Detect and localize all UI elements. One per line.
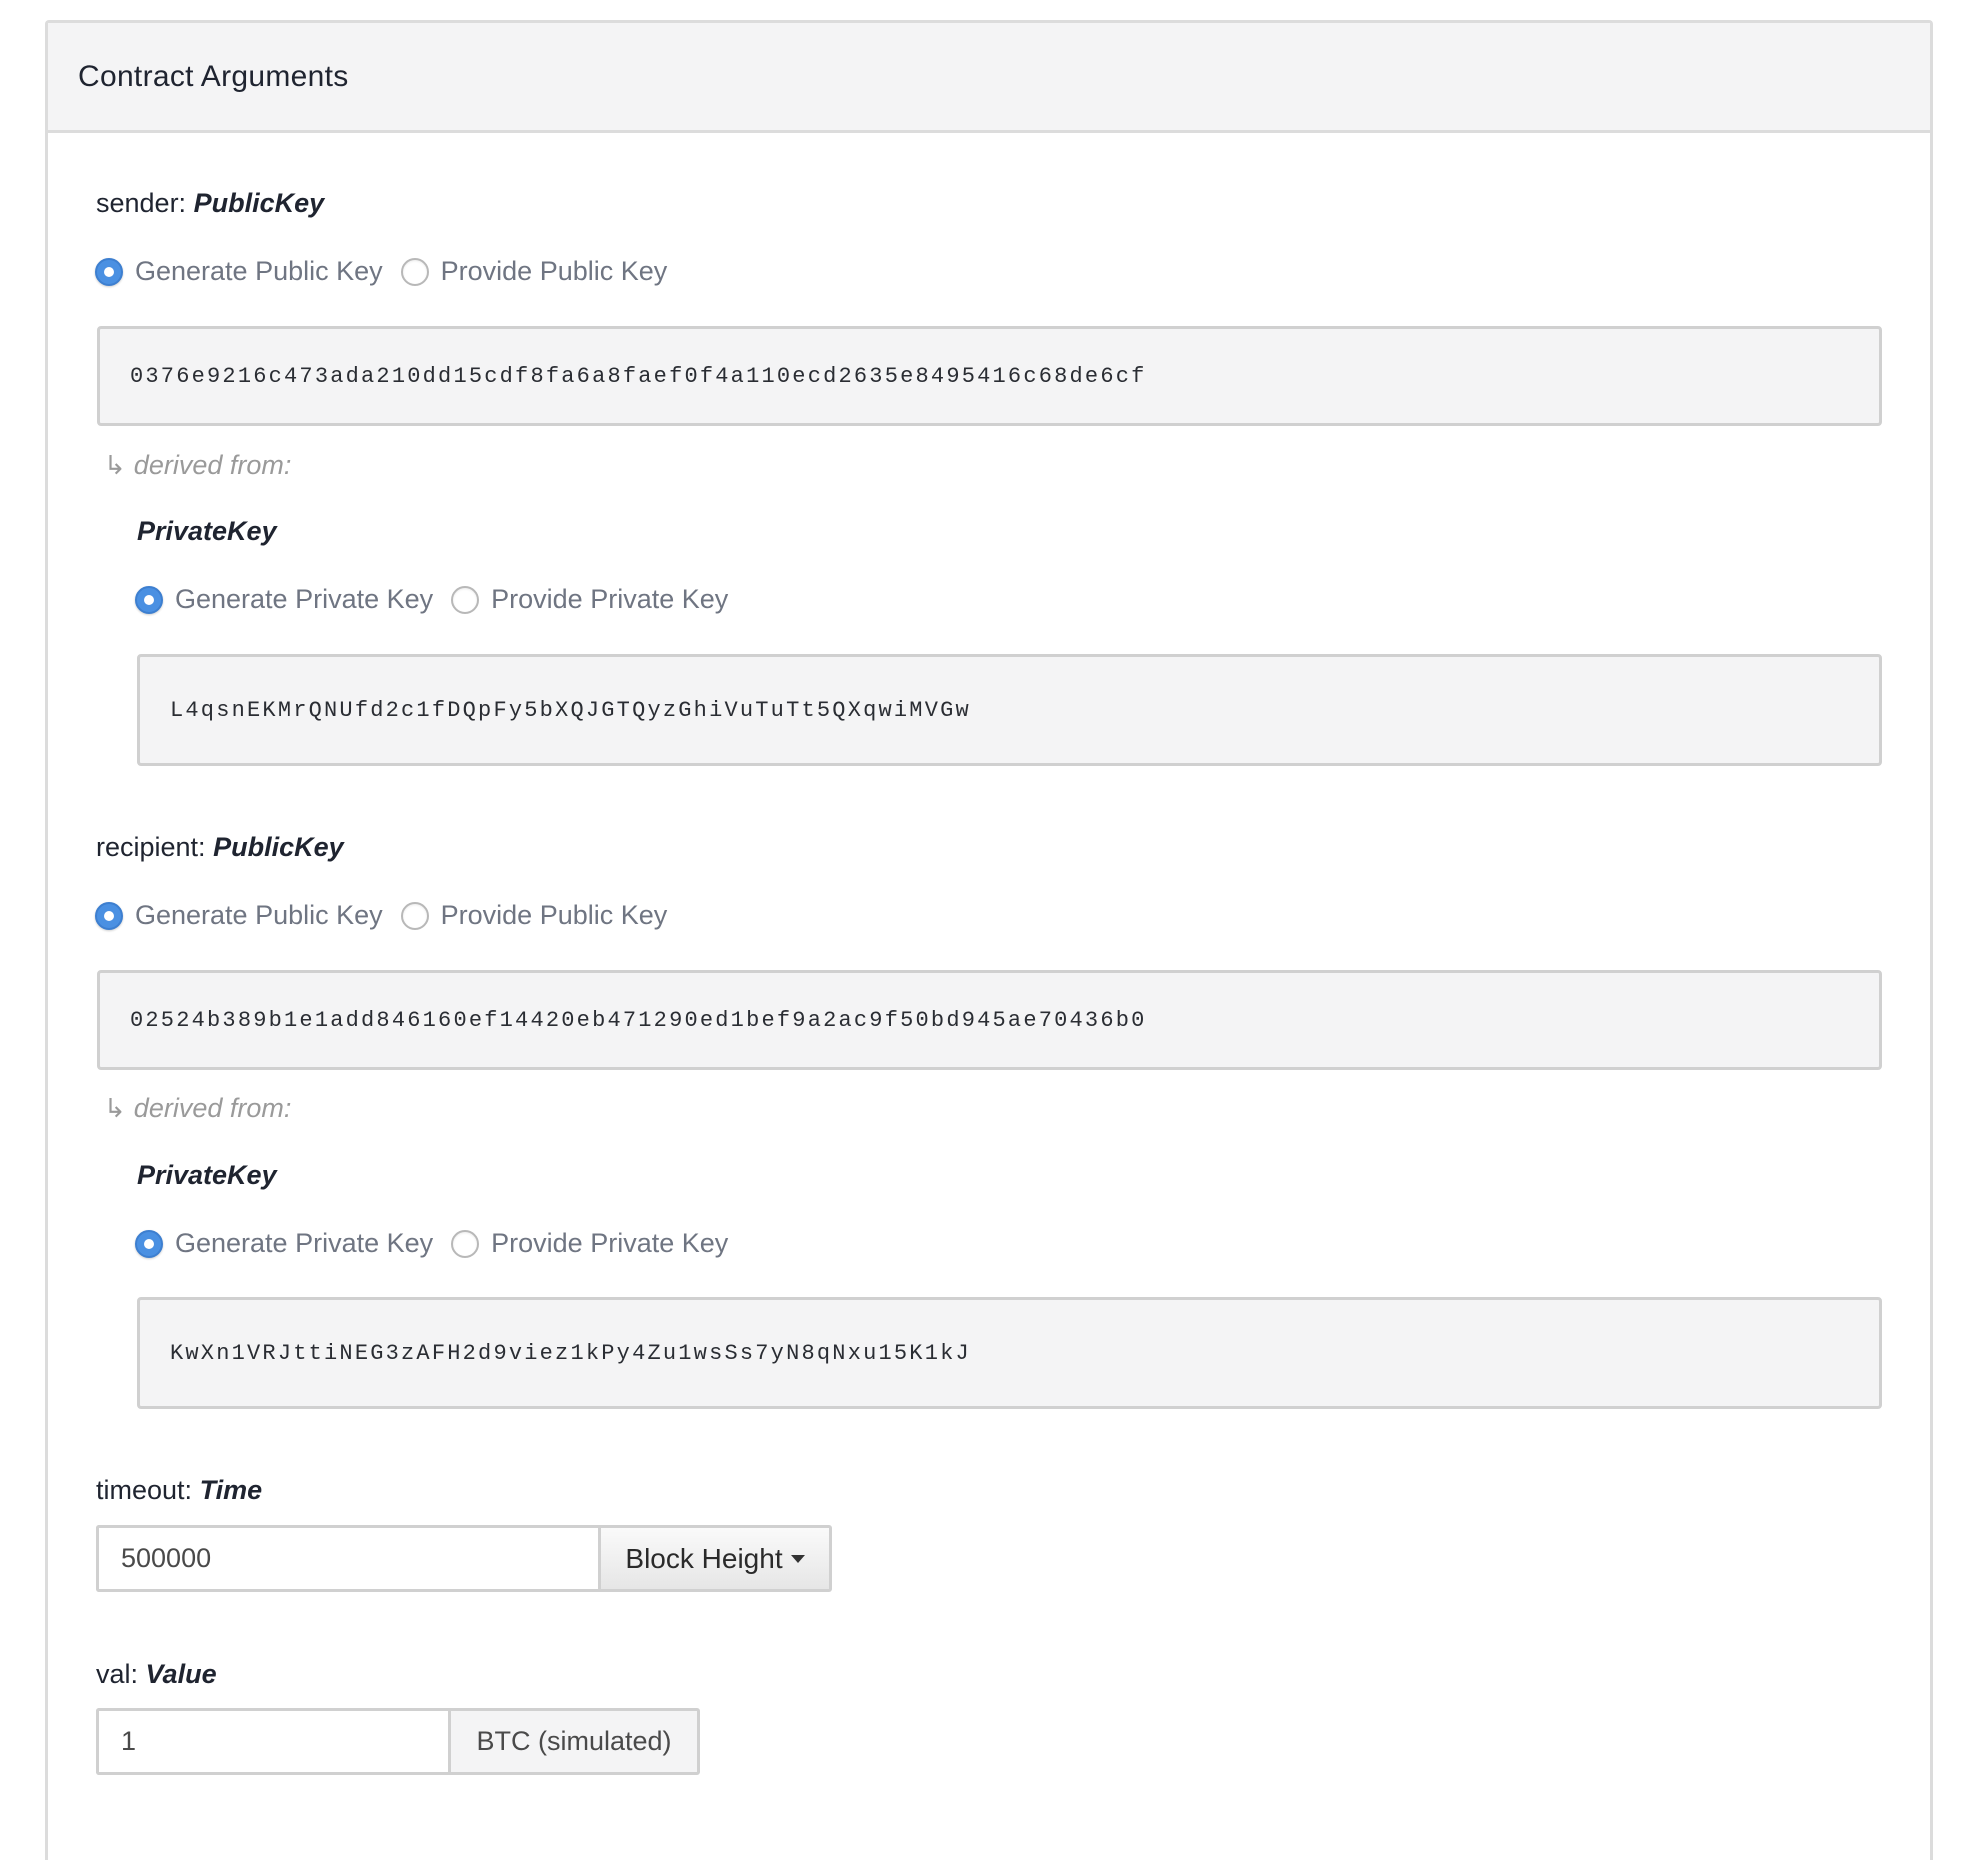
sender-arg-name: sender: — [96, 188, 187, 218]
sender-public-key-value: 0376e9216c473ada210dd15cdf8fa6a8faef0f4a… — [130, 363, 1147, 389]
derived-arrow-icon: ↳ — [104, 450, 126, 480]
timeout-arg-name: timeout: — [96, 1475, 193, 1505]
radio-label: Provide Public Key — [440, 256, 668, 286]
radio-unselected-icon[interactable] — [400, 257, 429, 286]
recipient-arg-name: recipient: — [96, 832, 206, 862]
val-input-group: 1 BTC (simulated) — [96, 1708, 700, 1775]
radio-label: Generate Private Key — [175, 584, 434, 614]
val-unit-addon: BTC (simulated) — [448, 1708, 700, 1775]
timeout-unit-dropdown[interactable]: Block Height — [598, 1525, 832, 1592]
radio-selected-icon[interactable] — [95, 901, 123, 930]
val-input[interactable]: 1 — [96, 1708, 448, 1775]
timeout-value: 500000 — [121, 1543, 212, 1573]
radio-label: Generate Public Key — [135, 256, 383, 286]
recipient-private-key-value: KwXn1VRJttiNEG3zAFH2d9viez1kPy4Zu1wsSs7y… — [170, 1340, 971, 1366]
radio-label: Provide Public Key — [440, 900, 668, 930]
recipient-private-key-type: PrivateKey — [137, 1160, 277, 1190]
derived-arrow-icon: ↳ — [104, 1093, 126, 1123]
radio-label: Provide Private Key — [491, 584, 729, 614]
sender-provide-public-key-radio[interactable]: Provide Public Key — [400, 256, 668, 287]
radio-label: Provide Private Key — [491, 1228, 729, 1258]
radio-selected-icon[interactable] — [135, 1229, 163, 1258]
derived-label: derived from: — [133, 450, 292, 480]
radio-unselected-icon[interactable] — [451, 1229, 480, 1258]
sender-generate-public-key-radio[interactable]: Generate Public Key — [95, 256, 383, 287]
timeout-input[interactable]: 500000 — [96, 1525, 598, 1592]
val-label: val: Value — [96, 1659, 217, 1690]
dropdown-label: Block Height — [625, 1542, 783, 1574]
sender-generate-private-key-radio[interactable]: Generate Private Key — [135, 584, 433, 615]
timeout-input-group: 500000 Block Height — [96, 1525, 832, 1592]
recipient-derived-from: ↳ derived from: — [104, 1093, 291, 1124]
radio-unselected-icon[interactable] — [400, 901, 429, 930]
recipient-generate-private-key-radio[interactable]: Generate Private Key — [135, 1228, 433, 1259]
recipient-private-key-field[interactable]: KwXn1VRJttiNEG3zAFH2d9viez1kPy4Zu1wsSs7y… — [137, 1297, 1882, 1409]
sender-pubkey-radio-group: Generate Public Key Provide Public Key — [95, 256, 685, 287]
sender-public-key-field[interactable]: 0376e9216c473ada210dd15cdf8fa6a8faef0f4a… — [97, 326, 1882, 426]
recipient-pubkey-radio-group: Generate Public Key Provide Public Key — [95, 900, 685, 931]
recipient-provide-private-key-radio[interactable]: Provide Private Key — [451, 1228, 728, 1259]
radio-label: Generate Public Key — [135, 900, 383, 930]
radio-label: Generate Private Key — [175, 1228, 434, 1258]
sender-privkey-radio-group: Generate Private Key Provide Private Key — [135, 584, 746, 615]
recipient-public-key-value: 02524b389b1e1add846160ef14420eb471290ed1… — [130, 1007, 1147, 1033]
sender-label: sender: PublicKey — [96, 188, 324, 219]
sender-derived-from: ↳ derived from: — [104, 450, 291, 481]
val-arg-type: Value — [145, 1659, 217, 1689]
val-arg-name: val: — [96, 1659, 139, 1689]
derived-label: derived from: — [133, 1093, 292, 1123]
sender-private-key-value: L4qsnEKMrQNUfd2c1fDQpFy5bXQJGTQyzGhiVuTu… — [170, 697, 971, 723]
sender-private-key-type: PrivateKey — [137, 516, 277, 546]
val-unit-label: BTC (simulated) — [476, 1726, 672, 1756]
sender-provide-private-key-radio[interactable]: Provide Private Key — [451, 584, 728, 615]
recipient-generate-public-key-radio[interactable]: Generate Public Key — [95, 900, 383, 931]
radio-unselected-icon[interactable] — [451, 585, 480, 614]
radio-selected-icon[interactable] — [95, 257, 123, 286]
sender-private-key-field[interactable]: L4qsnEKMrQNUfd2c1fDQpFy5bXQJGTQyzGhiVuTu… — [137, 654, 1882, 766]
recipient-public-key-field[interactable]: 02524b389b1e1add846160ef14420eb471290ed1… — [97, 970, 1882, 1070]
radio-selected-icon[interactable] — [135, 585, 163, 614]
timeout-label: timeout: Time — [96, 1475, 262, 1506]
sender-arg-type: PublicKey — [193, 188, 325, 218]
timeout-arg-type: Time — [199, 1475, 263, 1505]
panel-title: Contract Arguments — [78, 59, 349, 93]
recipient-provide-public-key-radio[interactable]: Provide Public Key — [400, 900, 668, 931]
panel-header: Contract Arguments — [48, 23, 1930, 133]
recipient-arg-type: PublicKey — [213, 832, 344, 862]
recipient-privkey-radio-group: Generate Private Key Provide Private Key — [135, 1228, 746, 1259]
recipient-label: recipient: PublicKey — [96, 832, 344, 863]
val-value: 1 — [121, 1726, 137, 1756]
caret-down-icon — [790, 1554, 805, 1563]
